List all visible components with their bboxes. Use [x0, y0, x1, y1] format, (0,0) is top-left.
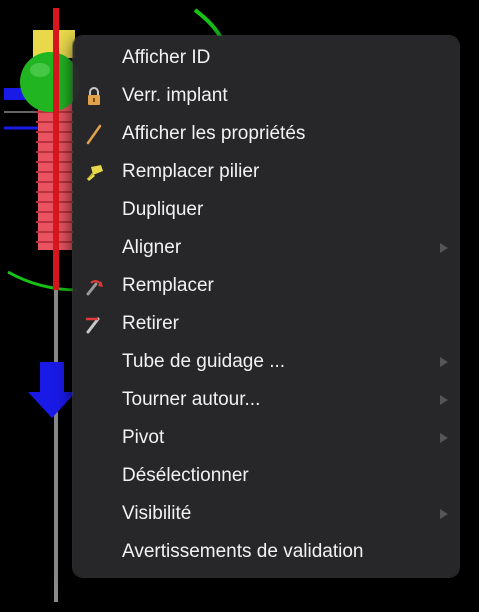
menu-item-validation-warnings[interactable]: Avertissements de validation — [73, 533, 459, 571]
sphere-handle — [20, 52, 80, 112]
menu-item-replace-abutment[interactable]: Remplacer pilier — [73, 153, 459, 191]
menu-item-label: Visibilité — [122, 503, 192, 524]
menu-item-visibility[interactable]: Visibilité — [73, 495, 459, 533]
menu-item-lock-implant[interactable]: Verr. implant — [73, 77, 459, 115]
replace-implant-icon — [83, 275, 105, 297]
menu-item-guide-tube[interactable]: Tube de guidage ... — [73, 343, 459, 381]
remove-implant-icon — [83, 313, 105, 335]
menu-item-align[interactable]: Aligner — [73, 229, 459, 267]
menu-item-deselect[interactable]: Désélectionner — [73, 457, 459, 495]
implant-axis-shaft — [53, 8, 59, 290]
menu-item-label: Tourner autour... — [122, 389, 261, 410]
submenu-arrow-icon — [440, 395, 448, 405]
menu-item-rotate-around[interactable]: Tourner autour... — [73, 381, 459, 419]
pencil-icon — [83, 123, 105, 145]
submenu-arrow-icon — [440, 433, 448, 443]
menu-item-label: Afficher ID — [122, 47, 211, 68]
menu-item-label: Désélectionner — [122, 465, 249, 486]
menu-item-label: Aligner — [122, 237, 182, 258]
menu-item-label: Avertissements de validation — [122, 541, 364, 562]
menu-item-label: Retirer — [122, 313, 180, 334]
context-menu: Afficher ID Verr. implant Afficher les p… — [73, 36, 459, 577]
menu-item-pivot[interactable]: Pivot — [73, 419, 459, 457]
menu-item-label: Afficher les propriétés — [122, 123, 306, 144]
menu-item-duplicate[interactable]: Dupliquer — [73, 191, 459, 229]
menu-item-label: Tube de guidage ... — [122, 351, 286, 372]
planning-screen: Afficher ID Verr. implant Afficher les p… — [0, 0, 479, 612]
submenu-arrow-icon — [440, 509, 448, 519]
menu-item-remove[interactable]: Retirer — [73, 305, 459, 343]
submenu-arrow-icon — [440, 357, 448, 367]
menu-item-label: Pivot — [122, 427, 165, 448]
menu-item-label: Remplacer pilier — [122, 161, 260, 182]
abutment-icon — [83, 161, 105, 183]
menu-item-label: Verr. implant — [122, 85, 228, 106]
menu-item-label: Remplacer — [122, 275, 214, 296]
menu-item-show-id[interactable]: Afficher ID — [73, 39, 459, 77]
menu-item-label: Dupliquer — [122, 199, 204, 220]
implant-axis-lower — [54, 290, 58, 602]
submenu-arrow-icon — [440, 243, 448, 253]
menu-item-replace[interactable]: Remplacer — [73, 267, 459, 305]
padlock-icon — [83, 85, 105, 107]
menu-item-show-properties[interactable]: Afficher les propriétés — [73, 115, 459, 153]
